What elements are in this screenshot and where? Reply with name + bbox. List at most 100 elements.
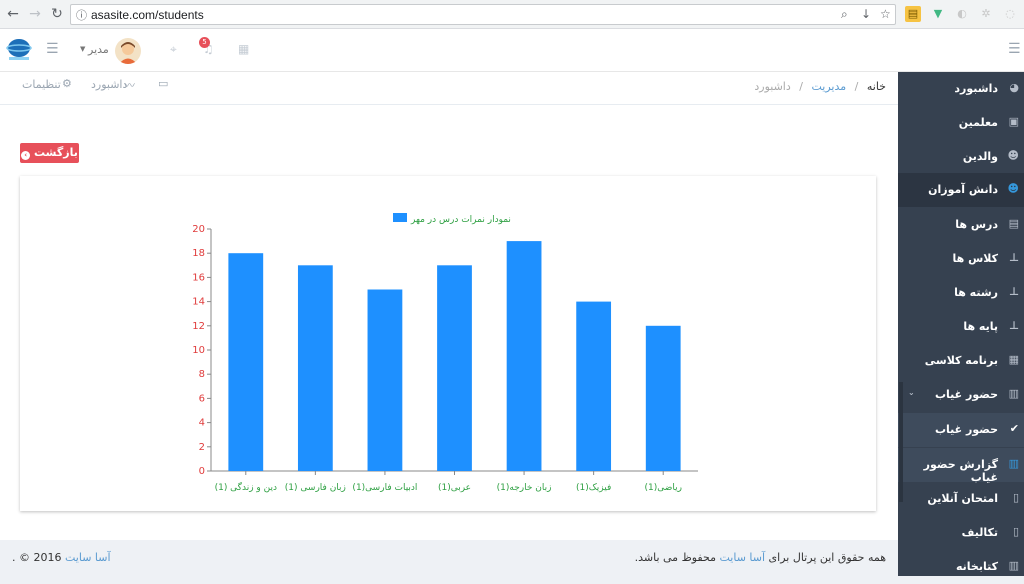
briefcase-icon: ▣	[1008, 115, 1019, 128]
sitemap-icon: ⊥	[1008, 251, 1019, 264]
sidebar-item-label: رشته ها	[954, 286, 998, 299]
extension-icon[interactable]: ✲	[978, 6, 994, 22]
footer: همه حقوق این پرتال برای آسا سایت محفوظ م…	[0, 540, 898, 576]
bar[interactable]	[228, 253, 264, 471]
sidebar-item-label: داشبورد	[954, 82, 998, 95]
sidebar-item[interactable]: ▯ امتحان آنلاین	[898, 482, 1024, 516]
avatar[interactable]	[115, 38, 141, 64]
sidebar-item-label: والدین	[962, 150, 998, 163]
y-tick-label: 2	[199, 442, 205, 453]
sidebar-item-label: دانش آموزان	[928, 183, 998, 196]
back-button-label: بازگشت	[34, 146, 78, 159]
sidebar: ◕ داشبورد ▣ معلمین ☻ والدین ☻ دانش آموزان ▤ درس ه…	[898, 72, 1024, 576]
y-tick-label: 16	[192, 272, 205, 283]
extension-icon[interactable]: ◐	[954, 6, 970, 22]
legend-label: نمودار نمرات درس در مهر	[410, 215, 511, 225]
right-menu-icon[interactable]: ☰	[1008, 41, 1021, 57]
sidebar-item[interactable]: ☻ والدین	[898, 140, 1024, 174]
notification-badge: 5	[199, 37, 210, 48]
users-icon: ☻	[1007, 182, 1019, 195]
legend-swatch	[393, 213, 407, 222]
sidebar-item[interactable]: ▥ حضور غیاب ⌄	[898, 378, 1024, 412]
sidebar-item[interactable]: ▦ برنامه کلاسی	[898, 344, 1024, 378]
hamburger-menu-icon[interactable]: ☰	[46, 41, 59, 57]
sidebar-item[interactable]: ▥ گزارش حضور غیاب	[898, 448, 1024, 484]
info-icon[interactable]: ⓘ	[76, 7, 87, 23]
logo[interactable]	[6, 36, 32, 62]
settings-icon[interactable]: ⚙	[62, 77, 72, 90]
x-tick-label: ریاضی(1)	[644, 483, 682, 493]
bar[interactable]	[576, 301, 612, 471]
forward-arrow-icon[interactable]: →	[26, 5, 44, 23]
check-icon: ✔	[1009, 422, 1019, 435]
sidebar-item-label: برنامه کلاسی	[924, 354, 998, 367]
location-icon[interactable]: ⌖	[170, 42, 177, 57]
footer-rights-suffix: محفوظ می باشد.	[634, 551, 716, 564]
sitemap-icon: ⊥	[1008, 319, 1019, 332]
grades-bar-chart: 0 2 4 6 8 10 12 14 16 18 20 دین و زندگی (1) زبان فار…	[192, 213, 698, 493]
y-tick-label: 10	[192, 345, 205, 356]
bar[interactable]	[645, 325, 681, 471]
dashboard-icon: ◕	[1009, 81, 1019, 94]
library-icon: ▥	[1008, 559, 1019, 572]
footer-rights-prefix: همه حقوق این پرتال برای	[768, 551, 886, 564]
vue-extension-icon[interactable]: ▼	[930, 6, 946, 22]
dashboard-link[interactable]: داشبورد	[91, 78, 127, 91]
footer-copyright-year: 2016 ©	[19, 551, 62, 564]
browser-toolbar: ← → ↻ ⓘ asasite.com/students ⌕ ↓ ☆ ▤ ▼ ◐…	[0, 0, 1024, 29]
breadcrumb-home[interactable]: خانه	[867, 80, 886, 93]
y-tick-label: 20	[192, 224, 205, 235]
comment-icon[interactable]: ▭	[158, 77, 168, 90]
sidebar-item[interactable]: ▤ درس ها	[898, 208, 1024, 242]
y-tick-label: 4	[199, 418, 205, 429]
extension-icon[interactable]: ◌	[1002, 6, 1018, 22]
sidebar-item[interactable]: ⊥ پایه ها	[898, 310, 1024, 344]
bar[interactable]	[506, 241, 542, 471]
app-header: ☰ ▼ مدیر ⌖ ♫ 5 ▦ ☰	[0, 29, 1024, 72]
y-tick-label: 14	[192, 297, 205, 308]
breadcrumb-separator: /	[854, 80, 859, 93]
breadcrumb-dashboard: داشبورد	[754, 80, 791, 93]
book-icon: ▤	[1008, 217, 1019, 230]
sidebar-item[interactable]: ⊥ رشته ها	[898, 276, 1024, 310]
url-text: asasite.com/students	[91, 8, 204, 22]
back-button[interactable]: ‹ بازگشت	[20, 143, 79, 163]
bar[interactable]	[367, 289, 403, 472]
settings-link[interactable]: تنظیمات	[22, 78, 61, 91]
bar[interactable]	[437, 265, 472, 471]
calendar-icon[interactable]: ▦	[238, 42, 249, 56]
user-name[interactable]: مدیر	[88, 43, 109, 56]
reload-icon[interactable]: ↻	[48, 5, 66, 23]
sidebar-item[interactable]: ✔ حضور غیاب	[898, 413, 1024, 447]
sidebar-item-label: درس ها	[955, 218, 998, 231]
chevron-down-icon: ⌄	[908, 388, 915, 397]
pin-icon[interactable]: ↓	[861, 7, 871, 21]
grid-icon: ▦	[1008, 353, 1019, 366]
star-icon[interactable]: ☆	[880, 7, 891, 21]
chevron-down-icon[interactable]: ▼	[80, 45, 85, 53]
footer-copyright-link[interactable]: آسا سایت	[65, 551, 111, 564]
sidebar-scrollbar[interactable]	[899, 382, 903, 502]
bar[interactable]	[297, 265, 333, 471]
sidebar-item[interactable]: ◕ داشبورد	[898, 72, 1024, 106]
sidebar-item[interactable]: ▥ کتابخانه	[898, 550, 1024, 584]
sidebar-item[interactable]: ▯ تکالیف	[898, 516, 1024, 550]
file-icon: ▯	[1012, 491, 1019, 504]
sitemap-icon: ⊥	[1008, 285, 1019, 298]
back-arrow-icon[interactable]: ←	[4, 5, 22, 23]
sidebar-item-label: حضور غیاب	[934, 423, 998, 436]
bar-chart-icon: ▥	[1008, 457, 1019, 470]
zoom-icon[interactable]: ⌕	[841, 7, 848, 22]
address-bar[interactable]: ⓘ asasite.com/students ⌕ ↓ ☆	[70, 4, 896, 25]
sidebar-item-label: کلاس ها	[952, 252, 998, 265]
extension-icon[interactable]: ▤	[905, 6, 921, 22]
sidebar-item[interactable]: ▣ معلمین	[898, 106, 1024, 140]
sidebar-item[interactable]: ☻ دانش آموزان	[898, 173, 1024, 207]
footer-site-link[interactable]: آسا سایت	[719, 551, 765, 564]
page-bar: ⚙ تنظیمات 〰 داشبورد ▭ خانه / مدیریت / دا…	[0, 72, 898, 105]
y-tick-label: 8	[199, 369, 205, 380]
breadcrumb-admin[interactable]: مدیریت	[811, 80, 846, 93]
sidebar-item[interactable]: ⊥ کلاس ها	[898, 242, 1024, 276]
y-tick-label: 6	[199, 393, 205, 404]
sidebar-item-label: حضور غیاب	[934, 388, 998, 401]
